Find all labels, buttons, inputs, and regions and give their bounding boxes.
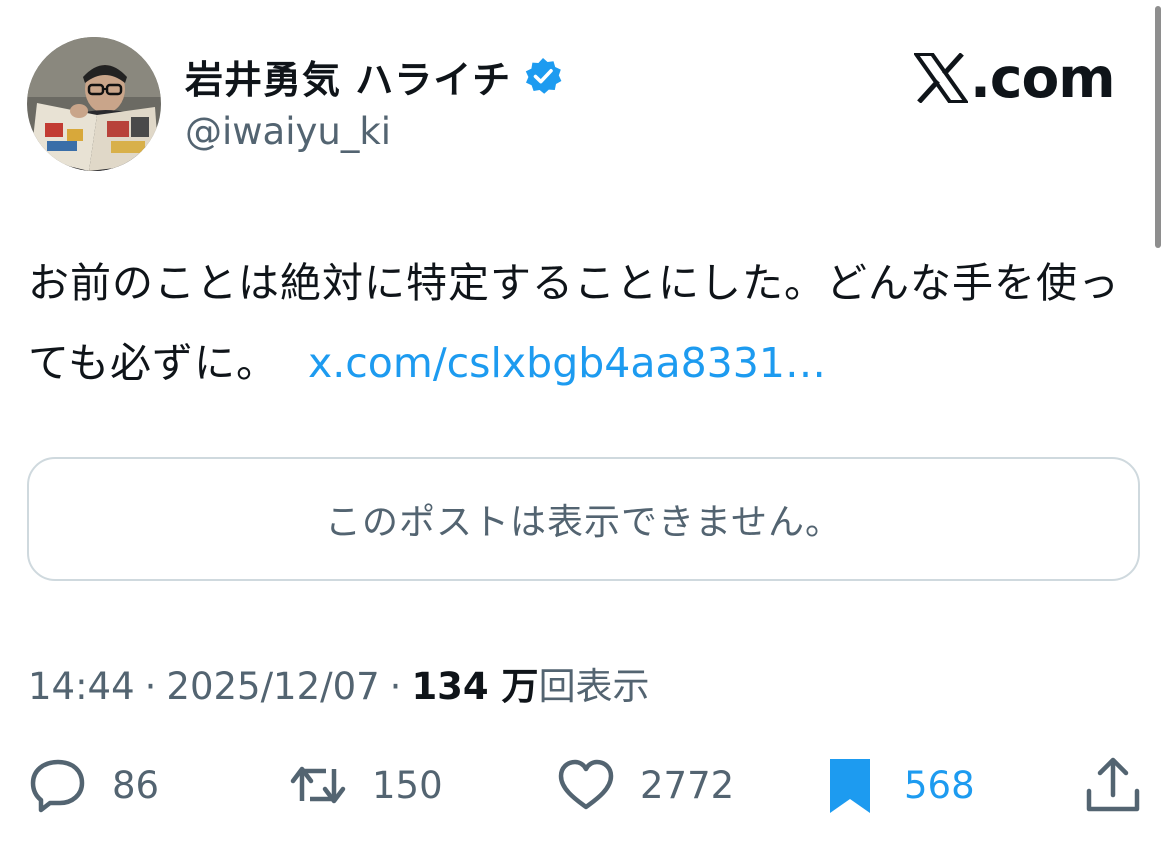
share-icon (1086, 757, 1140, 812)
author-handle[interactable]: @iwaiyu_ki (185, 110, 391, 153)
tweet-time[interactable]: 14:44 (28, 665, 135, 708)
avatar-photo (27, 37, 161, 171)
bookmark-filled-icon (830, 759, 870, 813)
tweet-date[interactable]: 2025/12/07 (166, 665, 379, 708)
heart-icon (558, 759, 614, 810)
repost-button[interactable]: 150 (288, 745, 443, 825)
quoted-post-card[interactable]: このポストは表示できません。 (27, 457, 1140, 581)
tweet-meta: 14:44 · 2025/12/07 · 134 万 回表示 (28, 656, 650, 710)
repost-icon (290, 766, 346, 804)
scrollbar[interactable] (1155, 6, 1161, 248)
views-count[interactable]: 134 万 (411, 656, 538, 710)
verified-badge-icon (523, 56, 563, 96)
like-count: 2772 (640, 763, 735, 807)
x-logo-icon (914, 53, 968, 103)
tweet-link[interactable]: x.com/cslxbgb4aa8331… (308, 339, 826, 387)
quoted-post-unavailable-text: このポストは表示できません。 (325, 502, 842, 543)
meta-separator: · (144, 665, 157, 708)
meta-separator: · (389, 665, 402, 708)
like-button[interactable]: 2772 (556, 745, 734, 825)
action-bar: 86 150 2772 568 (0, 745, 1170, 825)
share-button[interactable] (1083, 745, 1143, 825)
tweet-body: お前のことは絶対に特定することにした。どんな手を使っても必ずに。 x.com/cs… (28, 243, 1138, 403)
reply-button[interactable]: 86 (28, 745, 159, 825)
x-com-logo: .com (914, 46, 1116, 110)
bookmark-count: 568 (904, 763, 975, 807)
reply-count: 86 (112, 763, 160, 807)
avatar[interactable] (27, 37, 161, 171)
x-com-text: .com (970, 46, 1116, 110)
repost-count: 150 (372, 763, 443, 807)
author-name-row[interactable]: 岩井勇気 ハライチ (185, 54, 563, 102)
display-name[interactable]: 岩井勇気 ハライチ (185, 49, 511, 104)
bookmark-button[interactable]: 568 (820, 745, 975, 825)
views-label: 回表示 (538, 665, 650, 708)
reply-icon (30, 759, 85, 813)
